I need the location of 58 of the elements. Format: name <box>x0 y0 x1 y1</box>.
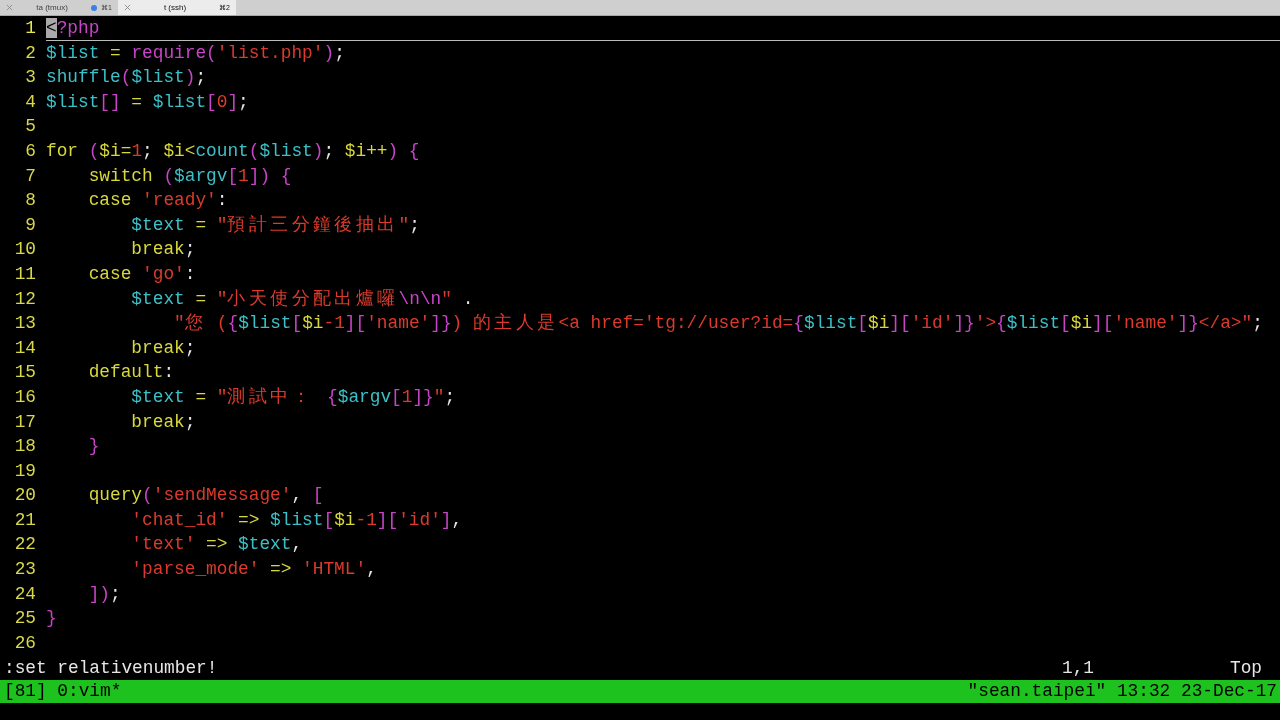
cursor-position: 1,1 <box>1062 657 1095 681</box>
line-number: 3 <box>24 66 37 90</box>
code-line: switch ($argv[1]) { <box>87 164 293 188</box>
code-line: $text = "測試中： {$argv[1]}"; <box>130 385 457 409</box>
code-line: shuffle($list); <box>46 66 208 90</box>
code-line: } <box>46 607 58 631</box>
line-number: 21 <box>13 508 37 532</box>
code-line: break; <box>130 238 197 262</box>
line-number: 20 <box>13 484 37 508</box>
line-number: 10 <box>13 238 37 262</box>
code-line: for ($i=1; $i<count($list); $i++) { <box>46 139 421 163</box>
code-line: $list = require('list.php'); <box>46 41 346 65</box>
line-number: 18 <box>13 435 37 459</box>
line-number: 1 <box>24 17 37 40</box>
line-number: 16 <box>13 385 37 409</box>
code-line: 'parse_mode' => 'HTML', <box>130 558 378 582</box>
code-line: query('sendMessage', [ <box>87 484 325 508</box>
line-number: 5 <box>24 115 37 139</box>
code-line: } <box>87 435 101 459</box>
scroll-position: Top <box>1229 657 1263 681</box>
close-icon[interactable] <box>124 4 131 11</box>
line-number: 24 <box>13 582 37 606</box>
line-number: 9 <box>24 213 37 237</box>
line-number: 11 <box>13 262 37 286</box>
line-number: 26 <box>13 631 37 655</box>
code-line: $text = "小天使分配出爐囉\n\n" . <box>130 287 475 311</box>
line-number: 6 <box>24 139 37 163</box>
line-number: 8 <box>24 189 37 213</box>
close-icon[interactable] <box>6 4 13 11</box>
line-number: 15 <box>13 361 37 385</box>
code-line: case 'go': <box>87 262 197 286</box>
code-line: break; <box>130 336 197 360</box>
line-number: 23 <box>13 558 37 582</box>
line-number: 14 <box>13 336 37 360</box>
status-info: "sean.taipei" 13:32 23-Dec-17 <box>967 680 1277 704</box>
tab-title: t (ssh) <box>162 3 188 12</box>
session-window: [81] 0:vim* <box>4 680 122 704</box>
line-number: 19 <box>13 459 37 483</box>
code-line: <?php <box>46 16 1280 41</box>
code-line: default: <box>87 361 176 385</box>
code-line: break; <box>130 410 197 434</box>
line-number: 22 <box>13 533 37 557</box>
code-line: ]); <box>87 582 122 606</box>
line-number: 13 <box>13 312 37 336</box>
code-line: $text = "預計三分鐘後抽出"; <box>130 213 421 237</box>
code-line: $list[] = $list[0]; <box>46 90 250 114</box>
line-number: 4 <box>24 90 37 114</box>
code-line: "您 ({$list[$i-1]['name']}) 的主人是<a href='tg://user?id={$list[$i]['id']}'>{$list[$i]['name']}</a>"; <box>173 312 1264 336</box>
line-number: 12 <box>13 287 37 311</box>
line-number: 25 <box>13 607 37 631</box>
code-line: 'text' => $text, <box>130 533 304 557</box>
line-number: 7 <box>24 164 37 188</box>
line-number: 17 <box>13 410 37 434</box>
line-number: 2 <box>24 41 37 65</box>
code-line: case 'ready': <box>87 189 229 213</box>
code-line: 'chat_id' => $list[$i-1]['id'], <box>130 508 464 532</box>
command-text: :set relativenumber! <box>3 657 219 681</box>
tab-title: ta (tmux) <box>35 3 69 12</box>
